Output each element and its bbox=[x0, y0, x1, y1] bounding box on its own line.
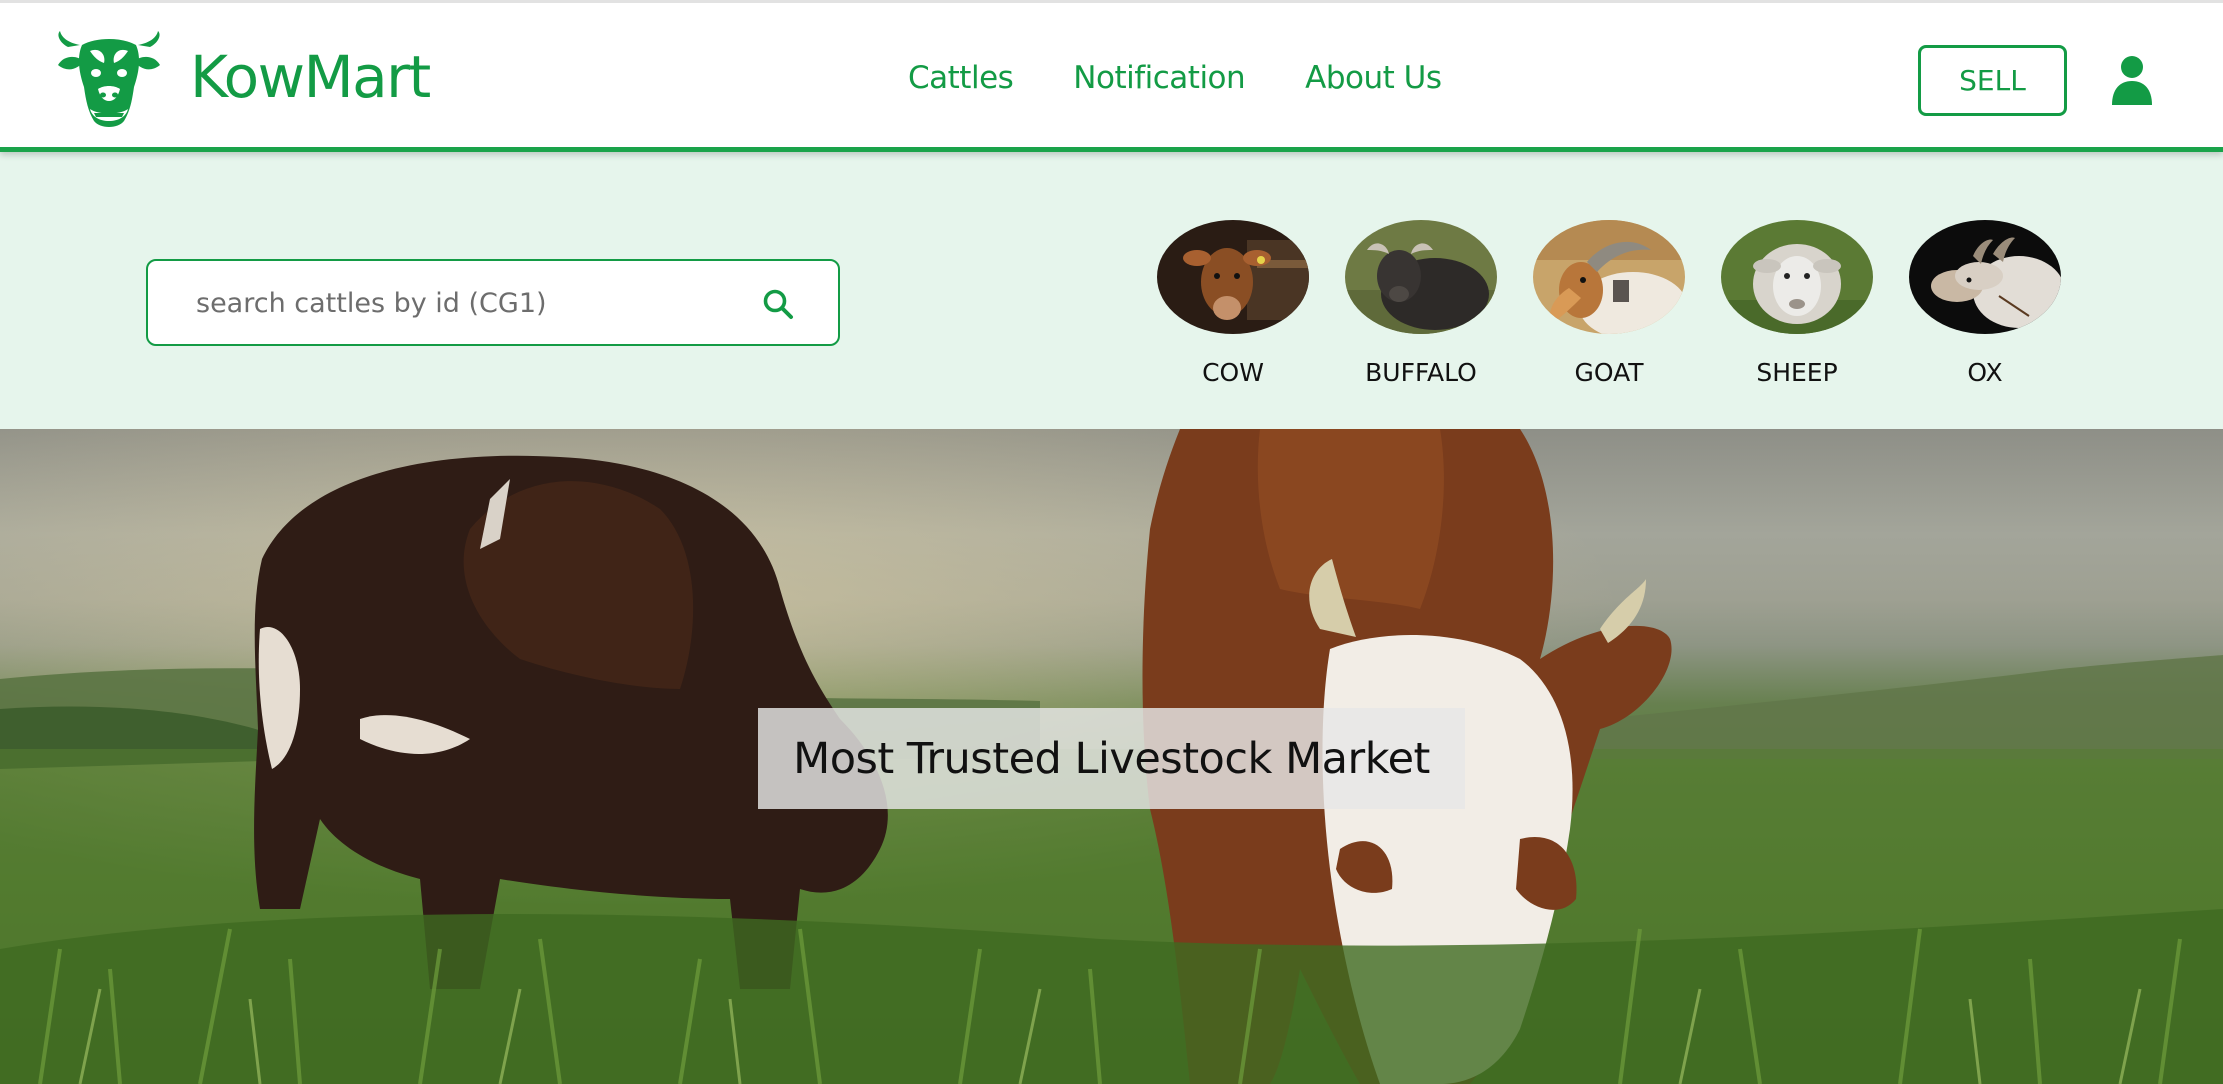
main-nav: Cattles Notification About Us bbox=[908, 60, 1442, 96]
buffalo-photo bbox=[1345, 220, 1497, 334]
brand-name[interactable]: KowMart bbox=[190, 43, 431, 111]
cow-head-icon[interactable] bbox=[54, 29, 164, 133]
sell-button[interactable]: SELL bbox=[1918, 45, 2067, 116]
search-icon[interactable] bbox=[762, 288, 794, 320]
nav-cattles[interactable]: Cattles bbox=[908, 60, 1014, 96]
category-goat[interactable]: GOAT bbox=[1533, 220, 1685, 387]
goat-photo bbox=[1533, 220, 1685, 334]
nav-notification[interactable]: Notification bbox=[1073, 60, 1245, 96]
sheep-photo bbox=[1721, 220, 1873, 334]
cow-photo bbox=[1157, 220, 1309, 334]
search-category-band: COW BUFFALO bbox=[0, 152, 2223, 429]
user-icon[interactable] bbox=[2110, 55, 2154, 105]
category-label: GOAT bbox=[1574, 358, 1644, 387]
category-buffalo[interactable]: BUFFALO bbox=[1345, 220, 1497, 387]
site-header: KowMart Cattles Notification About Us SE… bbox=[0, 0, 2223, 152]
category-ox[interactable]: OX bbox=[1909, 220, 2061, 387]
category-cow[interactable]: COW bbox=[1157, 220, 1309, 387]
hero-banner: Most Trusted Livestock Market bbox=[0, 429, 2223, 1084]
category-label: COW bbox=[1202, 358, 1264, 387]
category-label: SHEEP bbox=[1756, 358, 1838, 387]
hero-caption: Most Trusted Livestock Market bbox=[758, 708, 1465, 809]
category-label: OX bbox=[1967, 358, 2003, 387]
ox-photo bbox=[1909, 220, 2061, 334]
search-input[interactable] bbox=[196, 279, 736, 327]
search-box bbox=[146, 259, 840, 346]
category-label: BUFFALO bbox=[1365, 358, 1477, 387]
category-sheep[interactable]: SHEEP bbox=[1721, 220, 1873, 387]
nav-about-us[interactable]: About Us bbox=[1305, 60, 1442, 96]
